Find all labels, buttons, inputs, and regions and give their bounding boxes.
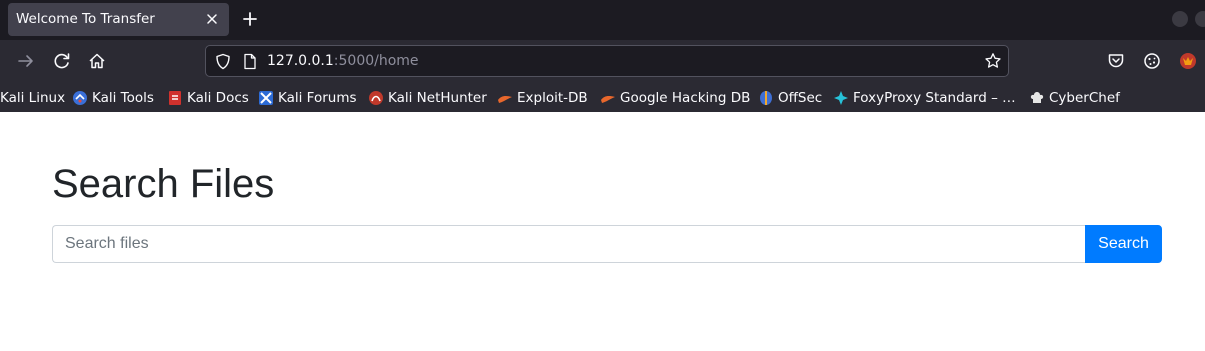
kali-forums-icon <box>259 91 273 105</box>
kali-nethunter-icon <box>369 91 383 105</box>
url-path: :5000/home <box>333 53 419 69</box>
bookmarks-toolbar: Kali Linux Kali Tools Kali Docs Kali For… <box>0 82 1205 112</box>
bookmark-google-hacking-db[interactable]: Google Hacking DB <box>600 88 750 108</box>
bookmark-label: Google Hacking DB <box>620 90 751 106</box>
bookmark-kali-forums[interactable]: Kali Forums <box>258 88 357 108</box>
bookmark-label: CyberChef <box>1049 90 1120 106</box>
foxyproxy-icon <box>834 91 848 105</box>
bookmark-label: OffSec <box>778 90 823 106</box>
pocket-icon[interactable] <box>1105 50 1127 72</box>
tab-title: Welcome To Transfer <box>16 11 155 27</box>
kali-docs-icon <box>169 91 181 105</box>
bookmark-offsec[interactable]: OffSec <box>758 88 822 108</box>
cyberchef-icon <box>1030 92 1044 103</box>
exploit-db-icon <box>498 96 512 103</box>
bookmark-kali-docs[interactable]: Kali Docs <box>167 88 249 108</box>
cookie-icon[interactable] <box>1141 50 1163 72</box>
bookmark-kali-tools[interactable]: Kali Tools <box>72 88 154 108</box>
tab-strip: Welcome To Transfer <box>0 0 1205 40</box>
new-tab-plus-icon[interactable] <box>240 9 260 29</box>
home-icon[interactable] <box>86 50 108 72</box>
kali-tools-icon <box>73 91 87 105</box>
search-button[interactable]: Search <box>1085 225 1162 263</box>
close-icon[interactable] <box>204 10 220 28</box>
bookmark-kali-linux[interactable]: Kali Linux <box>0 88 65 108</box>
bookmark-label: Exploit-DB <box>517 90 588 106</box>
bookmark-label: Kali Forums <box>278 90 357 106</box>
search-input[interactable] <box>52 225 1086 263</box>
bookmark-label: Kali Docs <box>187 90 249 106</box>
forward-arrow-icon[interactable] <box>15 50 37 72</box>
shield-icon[interactable] <box>215 53 231 70</box>
page-title: Search Files <box>52 162 275 206</box>
url-bar[interactable]: 127.0.0.1:5000/home <box>205 45 1009 77</box>
offsec-icon <box>760 91 772 105</box>
bookmark-kali-nethunter[interactable]: Kali NetHunter <box>368 88 487 108</box>
star-bookmark-icon[interactable] <box>984 52 1002 70</box>
google-hacking-db-icon <box>601 96 615 103</box>
nav-bar: 127.0.0.1:5000/home <box>0 40 1205 82</box>
bookmark-label: Kali NetHunter <box>388 90 487 106</box>
url-text[interactable]: 127.0.0.1:5000/home <box>267 53 419 69</box>
extension-fox-icon[interactable] <box>1177 50 1199 72</box>
bookmark-label: Kali Tools <box>92 90 154 106</box>
bookmark-cyberchef[interactable]: CyberChef <box>1029 88 1120 108</box>
url-host: 127.0.0.1 <box>267 53 334 69</box>
bookmark-label: Kali Linux <box>0 90 66 106</box>
window-maximize-button[interactable] <box>1195 11 1205 27</box>
bookmark-exploit-db[interactable]: Exploit-DB <box>497 88 588 108</box>
tab-active[interactable]: Welcome To Transfer <box>8 3 229 36</box>
window-minimize-button[interactable] <box>1172 11 1188 27</box>
reload-icon[interactable] <box>51 50 73 72</box>
bookmark-foxyproxy[interactable]: FoxyProxy Standard – … <box>833 88 1016 108</box>
page-icon[interactable] <box>243 53 257 70</box>
bookmark-label: FoxyProxy Standard – … <box>853 90 1016 106</box>
